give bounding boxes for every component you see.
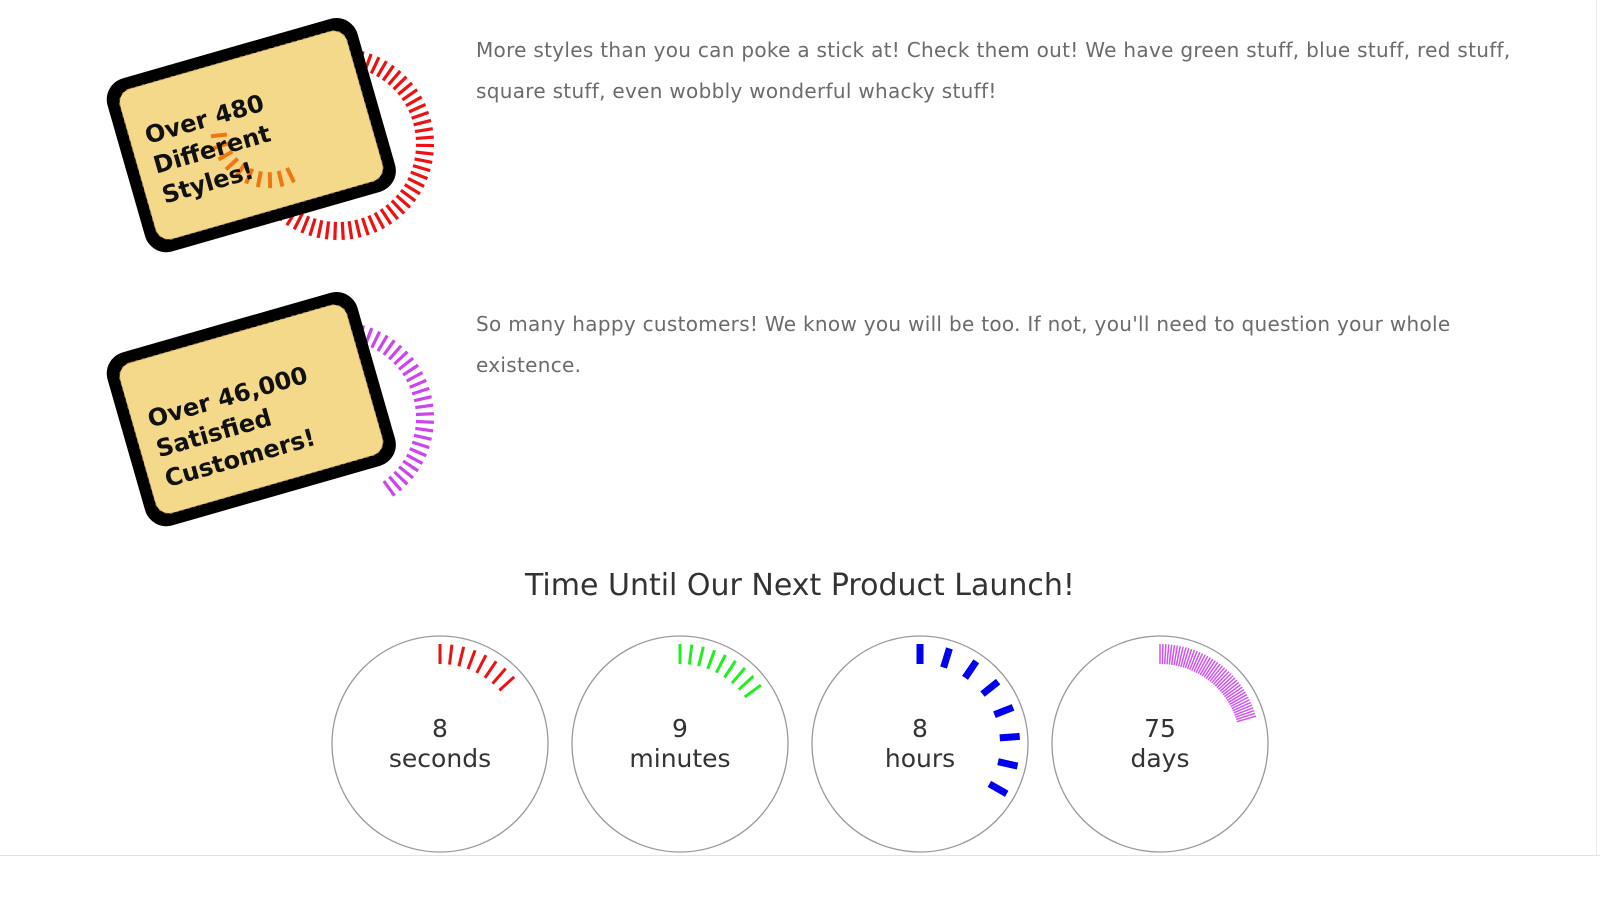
ring-tick xyxy=(411,110,430,120)
ring-tick xyxy=(415,412,434,417)
dial-progress xyxy=(1159,644,1257,723)
ring-tick xyxy=(402,363,420,377)
hours-label: hours xyxy=(884,744,956,773)
dial-seconds: 8 seconds xyxy=(326,632,554,856)
dial-tick xyxy=(962,659,980,680)
styles-description: More styles than you can poke a stick at… xyxy=(476,38,1511,103)
ring-tick xyxy=(369,56,381,75)
ring-tick xyxy=(367,214,378,233)
dial-tick xyxy=(706,649,717,670)
ring-tick xyxy=(411,386,430,396)
dial-tick xyxy=(743,684,762,699)
ring-tick xyxy=(415,419,434,424)
dial-progress xyxy=(678,644,762,699)
ring-tick xyxy=(415,150,434,156)
ring-tick xyxy=(300,215,311,234)
dial-hours: 8 hours xyxy=(806,632,1034,856)
hours-value: 8 xyxy=(912,714,928,743)
ring-tick xyxy=(407,177,425,188)
dial-minutes: 9 minutes xyxy=(566,632,794,856)
dial-tick xyxy=(980,678,1001,697)
ring-tick xyxy=(340,221,345,240)
dial-tick xyxy=(498,675,516,692)
ring-tick xyxy=(360,217,370,236)
dial-tick xyxy=(483,660,498,679)
dial-tick xyxy=(987,780,1009,797)
days-label: days xyxy=(1130,744,1190,773)
ring-tick xyxy=(405,371,424,383)
dial-tick xyxy=(457,646,466,667)
dial-progress xyxy=(438,644,516,692)
ring-tick xyxy=(415,426,434,433)
ring-tick xyxy=(402,459,420,473)
feature-styles: Over 480 Different Styles! More styles t… xyxy=(0,14,1600,284)
ring-tick xyxy=(414,127,434,134)
ring-tick xyxy=(415,135,434,141)
dial-tick xyxy=(737,675,755,691)
dial-tick xyxy=(466,649,477,670)
ring-tick xyxy=(411,440,430,450)
styles-badge: Over 480 Different Styles! xyxy=(106,17,435,253)
ring-tick xyxy=(409,447,427,458)
dial-tick xyxy=(723,660,737,679)
ring-tick xyxy=(379,208,393,225)
ring-tick xyxy=(403,183,421,196)
dial-tick xyxy=(1216,673,1232,689)
ring-tick xyxy=(347,220,354,240)
ring-tick xyxy=(405,453,424,465)
ring-tick xyxy=(373,211,386,230)
ring-tick xyxy=(370,330,382,349)
dial-tick xyxy=(730,666,747,685)
feature-customers: Over 46,000 Satisfied Customers! So many… xyxy=(0,288,1600,558)
ring-tick xyxy=(354,219,362,238)
ring-tick xyxy=(413,395,432,403)
ring-tick xyxy=(413,118,432,127)
dial-tick xyxy=(491,667,507,685)
ring-tick xyxy=(410,170,429,181)
ring-tick xyxy=(413,433,432,441)
dial-tick xyxy=(475,654,488,674)
dial-tick xyxy=(1163,644,1167,665)
minutes-label: minutes xyxy=(629,744,731,773)
ring-tick xyxy=(308,218,317,237)
dial-tick xyxy=(1166,644,1170,665)
countdown-title: Time Until Our Next Product Launch! xyxy=(525,568,1075,603)
ring-tick xyxy=(333,221,338,241)
ring-tick xyxy=(316,219,324,239)
dial-tick xyxy=(697,646,705,667)
scrollbar-edge xyxy=(1596,0,1597,856)
dial-tick xyxy=(687,644,694,665)
dial-tick xyxy=(940,647,953,669)
customers-badge: Over 46,000 Satisfied Customers! xyxy=(106,291,434,527)
ring-tick xyxy=(375,60,388,78)
dial-tick xyxy=(714,654,727,674)
ring-tick xyxy=(414,157,433,164)
ring-tick xyxy=(409,378,427,389)
dial-tick xyxy=(448,644,454,665)
seconds-value: 8 xyxy=(432,714,448,743)
ring-tick xyxy=(376,334,389,352)
ring-tick xyxy=(401,88,419,102)
dial-tick xyxy=(1161,644,1164,665)
ring-tick xyxy=(408,103,427,114)
ring-tick xyxy=(324,221,331,240)
seconds-label: seconds xyxy=(388,744,492,773)
ring-tick xyxy=(415,403,434,410)
dial-tick xyxy=(1168,644,1173,665)
ring-tick xyxy=(412,164,431,173)
bottom-divider xyxy=(0,855,1600,856)
ring-tick xyxy=(405,95,423,108)
dial-tick xyxy=(1214,671,1230,687)
ring-tick xyxy=(382,339,396,356)
days-value: 75 xyxy=(1144,714,1176,743)
ring-tick xyxy=(382,480,396,497)
minutes-value: 9 xyxy=(672,714,688,743)
dial-days: 75 days xyxy=(1046,632,1274,856)
customers-description: So many happy customers! We know you wil… xyxy=(476,312,1451,377)
